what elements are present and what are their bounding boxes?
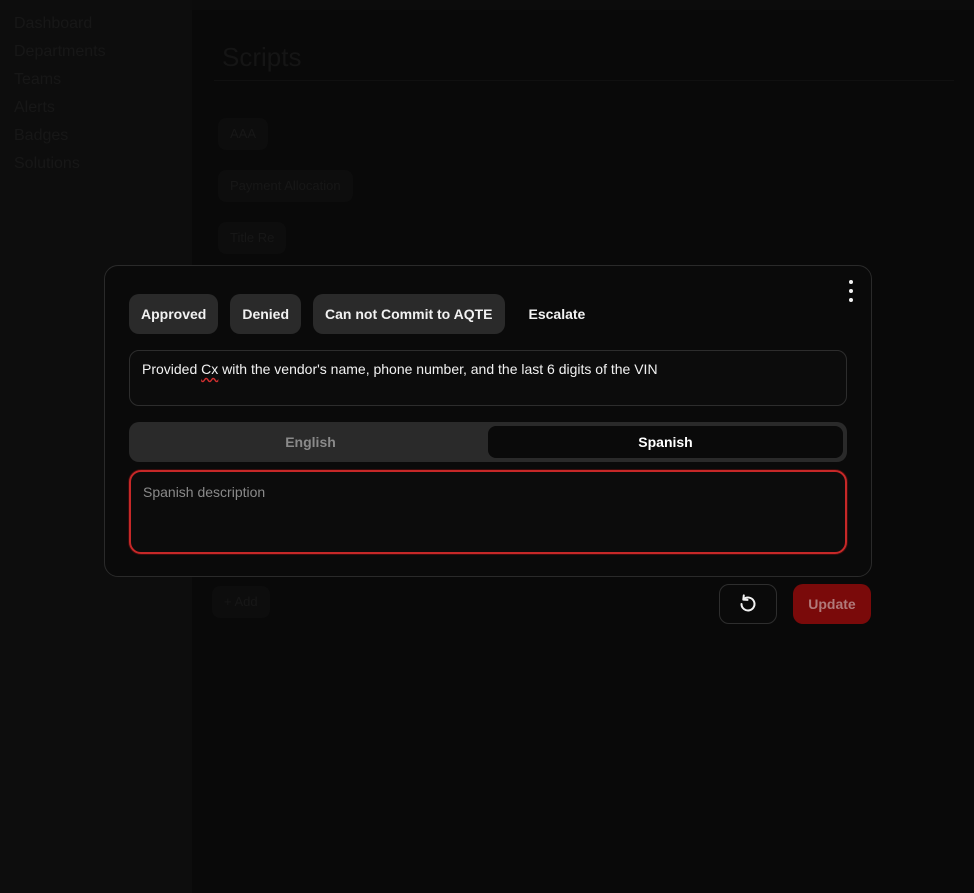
spanish-description-input[interactable]	[131, 472, 845, 552]
approved-button[interactable]: Approved	[129, 294, 219, 334]
reset-button[interactable]	[719, 584, 777, 624]
reset-icon	[740, 594, 756, 612]
description-suffix: with the vendor's name, phone number, an…	[218, 361, 658, 377]
english-description-field[interactable]: Provided Cx with the vendor's name, phon…	[129, 350, 847, 406]
edit-script-modal: Approved Denied Can not Commit to AQTE E…	[104, 265, 872, 577]
tab-spanish[interactable]: Spanish	[488, 426, 843, 458]
escalate-button[interactable]: Escalate	[517, 294, 598, 334]
misspelled-word: Cx	[201, 361, 219, 377]
cannot-commit-button[interactable]: Can not Commit to AQTE	[313, 294, 505, 334]
spanish-description-wrapper	[129, 470, 847, 554]
status-button-group: Approved Denied Can not Commit to AQTE E…	[129, 294, 597, 334]
language-toggle: English Spanish	[129, 422, 847, 462]
denied-button[interactable]: Denied	[230, 294, 302, 334]
update-button[interactable]: Update	[793, 584, 871, 624]
tab-english[interactable]: English	[133, 426, 488, 458]
description-prefix: Provided	[142, 361, 202, 377]
more-vertical-icon[interactable]	[845, 280, 857, 302]
